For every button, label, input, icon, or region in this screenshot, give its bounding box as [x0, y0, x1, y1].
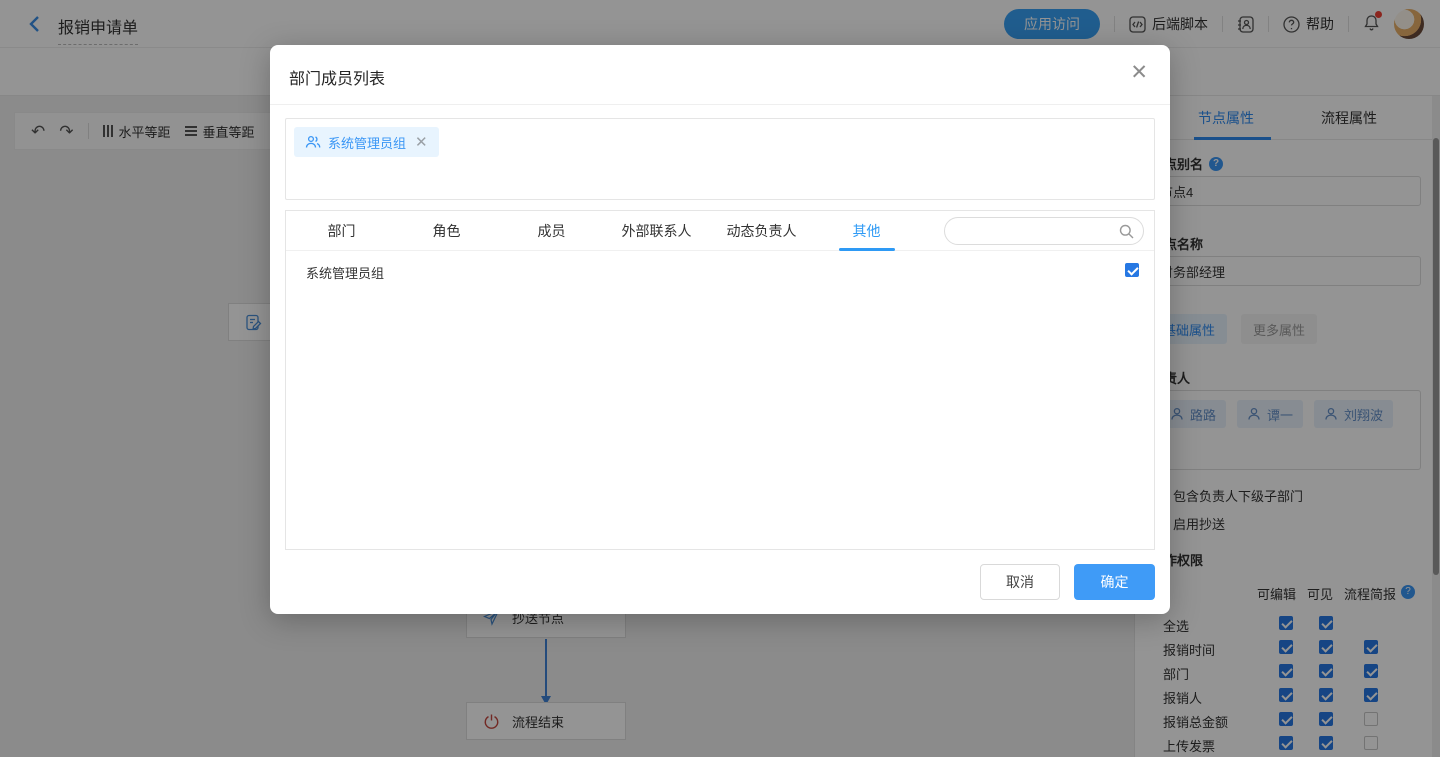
- tab-department[interactable]: 部门: [289, 211, 394, 251]
- tab-external-contact[interactable]: 外部联系人: [604, 211, 709, 251]
- checkbox[interactable]: [1125, 263, 1139, 277]
- picker-tabs: 部门 角色 成员 外部联系人 动态负责人 其他: [286, 211, 1154, 251]
- selected-tag: 系统管理员组 ✕: [294, 127, 439, 157]
- confirm-button[interactable]: 确定: [1074, 564, 1155, 600]
- member-picker: 部门 角色 成员 外部联系人 动态负责人 其他 系统管理员组: [285, 210, 1155, 550]
- search-box: [944, 217, 1144, 245]
- selected-tag-label: 系统管理员组: [328, 133, 406, 152]
- list-item[interactable]: 系统管理员组: [286, 251, 1154, 291]
- tab-role[interactable]: 角色: [394, 211, 499, 251]
- tab-dynamic-owner[interactable]: 动态负责人: [709, 211, 814, 251]
- selected-members-box: 系统管理员组 ✕: [285, 118, 1155, 200]
- remove-tag-icon[interactable]: ✕: [415, 133, 428, 151]
- search-icon[interactable]: [1119, 224, 1134, 239]
- dialog-header: 部门成员列表 ✕: [270, 45, 1170, 105]
- search-input[interactable]: [957, 218, 1117, 244]
- group-icon: [305, 134, 321, 150]
- list-item-label: 系统管理员组: [306, 263, 384, 282]
- dialog-title: 部门成员列表: [289, 65, 385, 89]
- app-screen: 报销申请单 应用访问 后端脚本 帮助: [0, 0, 1440, 757]
- tab-member[interactable]: 成员: [499, 211, 604, 251]
- tab-other[interactable]: 其他: [814, 211, 919, 251]
- member-list-dialog: 部门成员列表 ✕ 系统管理员组 ✕ 部门 角色 成员 外部联系人 动态负责人 其…: [270, 45, 1170, 614]
- close-icon[interactable]: ✕: [1130, 62, 1148, 83]
- cancel-button[interactable]: 取消: [980, 564, 1060, 600]
